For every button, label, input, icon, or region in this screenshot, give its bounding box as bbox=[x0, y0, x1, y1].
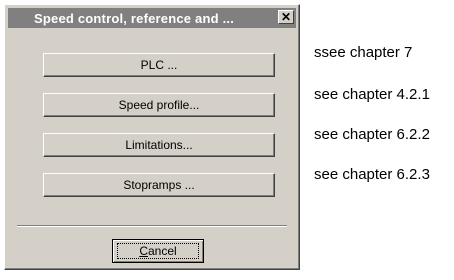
speed-control-dialog: Speed control, reference and ... ✕ PLC .… bbox=[4, 4, 300, 270]
close-button[interactable]: ✕ bbox=[278, 10, 294, 24]
separator-line bbox=[17, 225, 287, 227]
cancel-button[interactable]: Cancel bbox=[112, 239, 204, 263]
cancel-button-label: Cancel bbox=[139, 244, 176, 258]
speed-profile-button[interactable]: Speed profile... bbox=[43, 93, 275, 117]
cancel-accelerator: C bbox=[139, 244, 148, 258]
dialog-title: Speed control, reference and ... bbox=[34, 11, 235, 26]
stopramps-button-label: Stopramps ... bbox=[123, 178, 195, 192]
reference-speed-profile: see chapter 4.2.1 bbox=[314, 86, 430, 103]
close-icon: ✕ bbox=[280, 10, 292, 24]
limitations-button-label: Limitations... bbox=[125, 138, 193, 152]
dialog-titlebar[interactable]: Speed control, reference and ... ✕ bbox=[8, 8, 296, 28]
plc-button[interactable]: PLC ... bbox=[43, 53, 275, 77]
reference-stopramps: see chapter 6.2.3 bbox=[314, 166, 430, 183]
stopramps-button[interactable]: Stopramps ... bbox=[43, 173, 275, 197]
reference-plc: ssee chapter 7 bbox=[314, 44, 413, 61]
reference-limitations: see chapter 6.2.2 bbox=[314, 126, 430, 143]
limitations-button[interactable]: Limitations... bbox=[43, 133, 275, 157]
cancel-label-rest: ancel bbox=[147, 244, 177, 258]
plc-button-label: PLC ... bbox=[140, 58, 178, 72]
speed-profile-button-label: Speed profile... bbox=[118, 98, 200, 112]
